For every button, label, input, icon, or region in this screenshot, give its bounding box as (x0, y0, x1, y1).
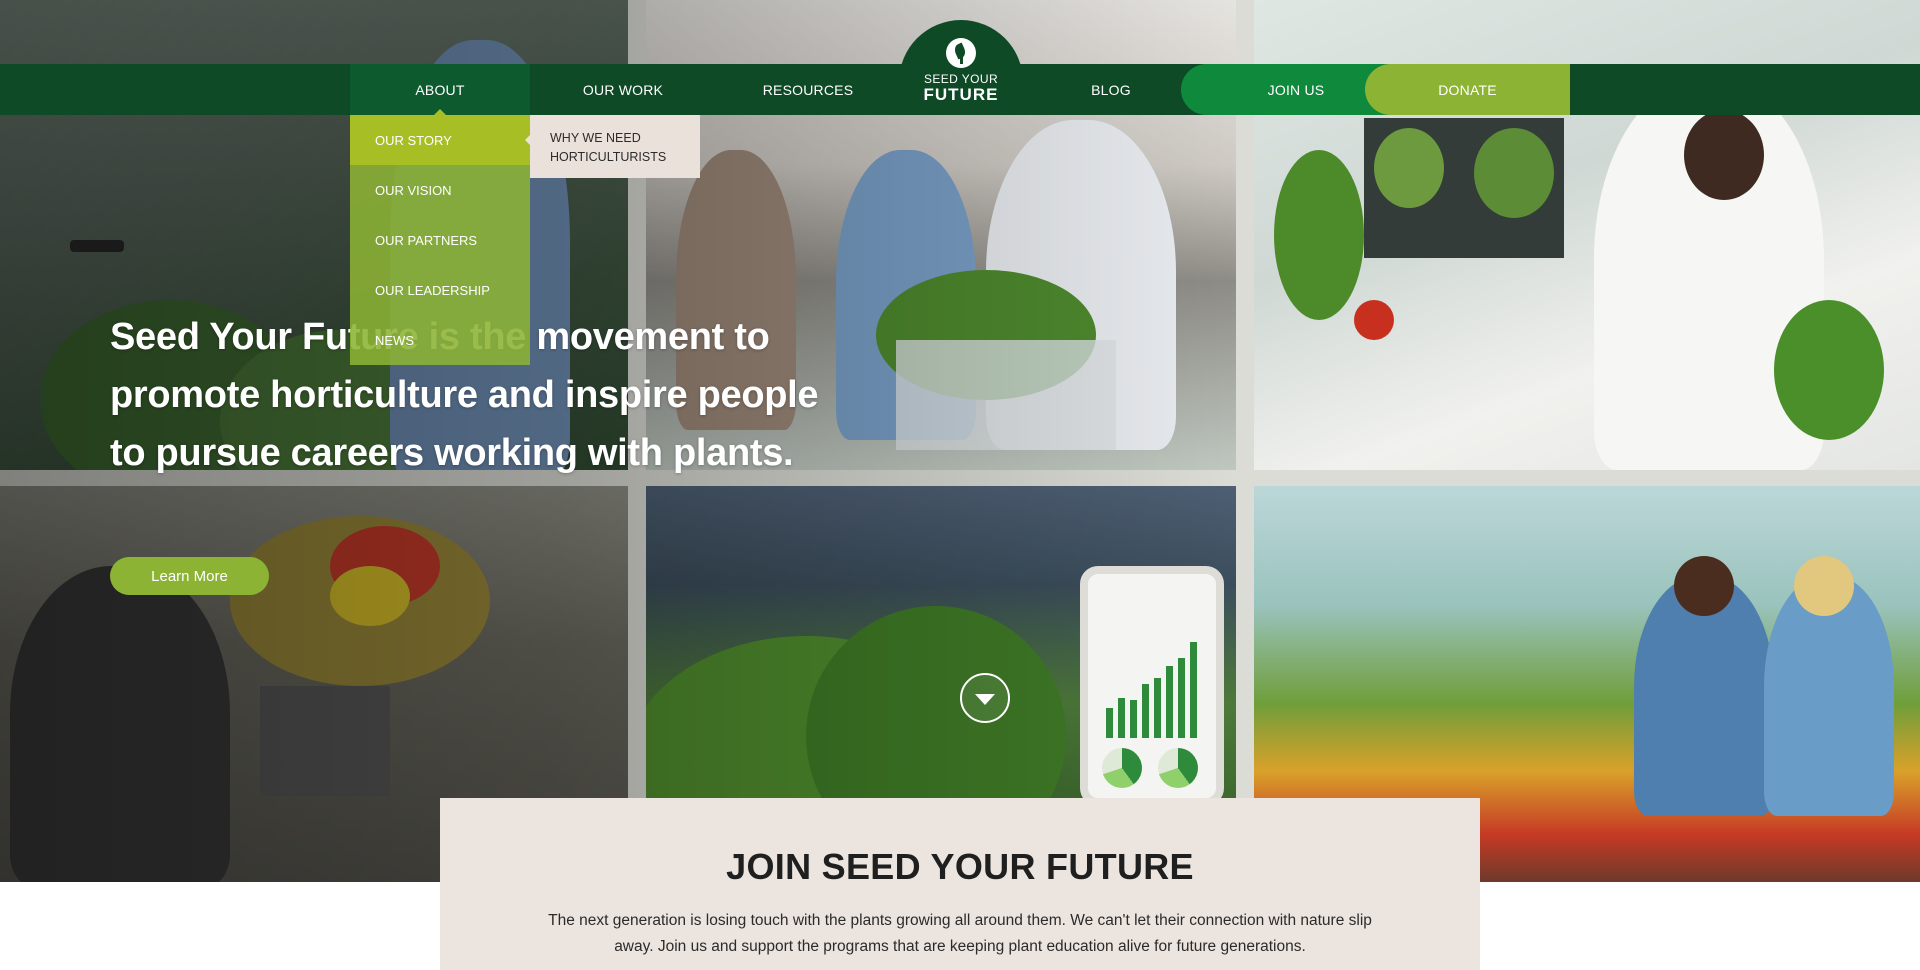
nav-about[interactable]: ABOUT (350, 64, 530, 115)
nav-donate[interactable]: DONATE (1365, 64, 1570, 115)
nav-blog[interactable]: BLOG (1076, 64, 1146, 115)
logo-line-2: FUTURE (923, 85, 999, 104)
phone-chart-illustration (1080, 566, 1224, 806)
join-section-card: JOIN SEED YOUR FUTURE The next generatio… (440, 798, 1480, 970)
logo-line-1: SEED YOUR (923, 72, 999, 86)
nav-our-work[interactable]: OUR WORK (553, 64, 693, 115)
menu-item-our-leadership[interactable]: OUR LEADERSHIP (350, 265, 530, 315)
submenu-why-we-need-horticulturists[interactable]: WHY WE NEED HORTICULTURISTS (530, 115, 700, 178)
learn-more-button[interactable]: Learn More (110, 557, 269, 595)
join-section-body: The next generation is losing touch with… (548, 912, 1372, 955)
scroll-down-button[interactable] (960, 673, 1010, 723)
menu-item-our-vision[interactable]: OUR VISION (350, 165, 530, 215)
menu-item-our-partners[interactable]: OUR PARTNERS (350, 215, 530, 265)
about-dropdown-menu: OUR STORY OUR VISION OUR PARTNERS OUR LE… (350, 115, 531, 365)
menu-item-news[interactable]: NEWS (350, 315, 530, 365)
nav-resources[interactable]: RESOURCES (738, 64, 878, 115)
seedling-icon (946, 38, 976, 68)
menu-item-our-story[interactable]: OUR STORY (350, 115, 531, 165)
join-section-title: JOIN SEED YOUR FUTURE (726, 846, 1194, 887)
chevron-down-icon (975, 694, 995, 705)
